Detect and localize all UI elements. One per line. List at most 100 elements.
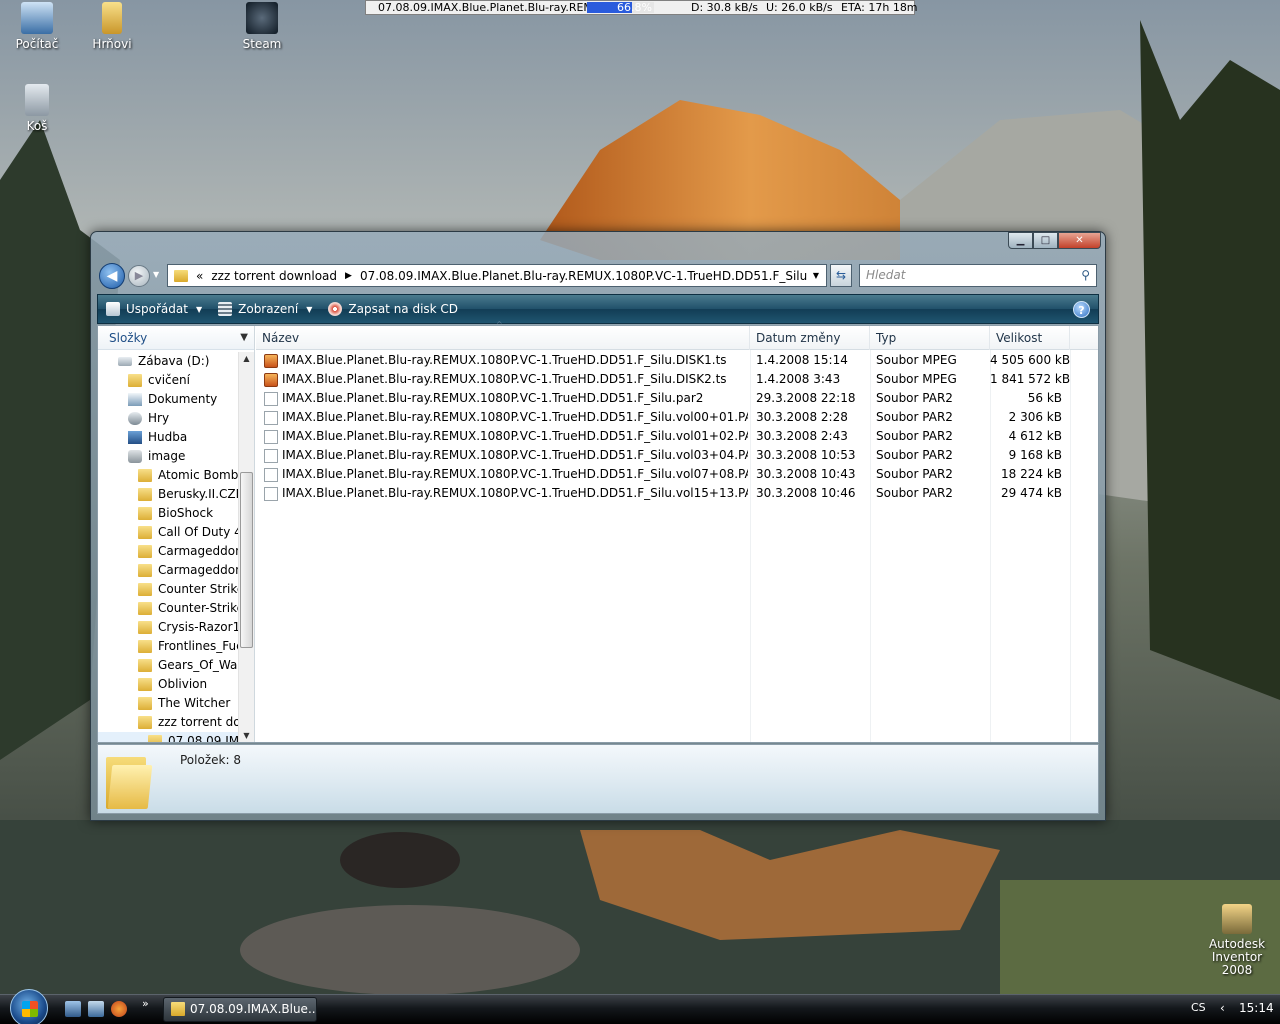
quick-launch-more-icon[interactable]: » [142, 997, 149, 1010]
folder-tree-item[interactable]: Counter Strike [98, 580, 238, 599]
desktop-icon-label: Steam [242, 37, 282, 51]
file-row[interactable]: IMAX.Blue.Planet.Blu-ray.REMUX.1080P.VC-… [256, 427, 1098, 446]
folder-tree-item[interactable]: Hudba [98, 428, 238, 447]
scrollbar-thumb[interactable] [240, 472, 253, 648]
back-button[interactable]: ◀ [99, 263, 125, 289]
file-size: 9 168 kB [1008, 448, 1062, 462]
folder-tree-item[interactable]: BioShock [98, 504, 238, 523]
minimize-button[interactable]: ▁ [1008, 232, 1033, 249]
forward-button[interactable]: ▶ [128, 265, 150, 287]
navigation-pane: Složky ▼ Zábava (D:) cvičení Dokumenty Hry H… [98, 326, 255, 742]
file-icon [264, 449, 278, 463]
column-header-size[interactable]: Velikost [990, 326, 1070, 350]
file-name: IMAX.Blue.Planet.Blu-ray.REMUX.1080P.VC-… [282, 372, 727, 386]
clock[interactable]: 15:14 [1239, 1001, 1274, 1015]
file-date: 30.3.2008 2:28 [756, 410, 848, 424]
folder-tree-item[interactable]: Oblivion [98, 675, 238, 694]
folder-icon [138, 621, 152, 634]
start-button[interactable] [10, 989, 48, 1024]
breadcrumb-separator-icon[interactable]: ▶ [345, 271, 352, 281]
file-row[interactable]: IMAX.Blue.Planet.Blu-ray.REMUX.1080P.VC-… [256, 465, 1098, 484]
show-desktop-icon[interactable] [65, 1001, 81, 1017]
breadcrumb-current-folder[interactable]: 07.08.09.IMAX.Blue.Planet.Blu-ray.REMUX.… [360, 269, 807, 283]
firefox-icon[interactable] [111, 1001, 127, 1017]
folder-tree-item[interactable]: Zábava (D:) [98, 352, 238, 371]
desktop-icon-games-folder[interactable]: Hrňovi [77, 2, 147, 51]
upload-speed: U: 26.0 kB/s [766, 1, 833, 14]
folder-tree-item-label: Dokumenty [148, 392, 218, 406]
desktop-icon-computer[interactable]: Počítač [2, 2, 72, 51]
show-hidden-icons-icon[interactable]: ‹ [1220, 1001, 1225, 1015]
desktop-icon-steam[interactable]: Steam [227, 2, 297, 51]
folder-tree-item[interactable]: cvičení [98, 371, 238, 390]
address-dropdown-icon[interactable]: ▼ [808, 265, 824, 286]
scroll-down-icon[interactable]: ▼ [239, 731, 254, 740]
recent-pages-dropdown[interactable]: ▼ [153, 270, 159, 279]
burn-cd-label: Zapsat na disk CD [348, 302, 459, 316]
desktop-icon-label: Koš [26, 119, 48, 133]
file-type: Soubor PAR2 [876, 391, 953, 405]
folder-tree-item[interactable]: Hry [98, 409, 238, 428]
folder-tree-item[interactable]: Gears_Of_War_ [98, 656, 238, 675]
folder-tree-item[interactable]: 07.08.09.IMA [98, 732, 238, 742]
folder-tree-item[interactable]: zzz torrent dow [98, 713, 238, 732]
file-list: Název Datum změny Typ Velikost ^ IMAX.Bl… [256, 320, 1098, 742]
file-name: IMAX.Blue.Planet.Blu-ray.REMUX.1080P.VC-… [282, 429, 748, 443]
folder-tree-scrollbar[interactable]: ▲ ▼ [238, 352, 254, 742]
folder-tree-item-label: The Witcher [158, 696, 231, 710]
file-name: IMAX.Blue.Planet.Blu-ray.REMUX.1080P.VC-… [282, 410, 748, 424]
forward-arrow-icon: ▶ [134, 269, 144, 282]
search-icon[interactable]: ⚲ [1081, 265, 1090, 286]
column-header-type[interactable]: Typ [870, 326, 990, 350]
file-row[interactable]: IMAX.Blue.Planet.Blu-ray.REMUX.1080P.VC-… [256, 446, 1098, 465]
folder-tree-item-label: zzz torrent dow [158, 715, 238, 729]
search-input[interactable]: Hledat ⚲ [859, 264, 1097, 287]
file-row[interactable]: IMAX.Blue.Planet.Blu-ray.REMUX.1080P.VC-… [256, 389, 1098, 408]
maximize-button[interactable]: □ [1033, 232, 1058, 249]
views-icon [218, 302, 233, 316]
folder-tree-item[interactable]: image [98, 447, 238, 466]
close-button[interactable]: ✕ [1058, 232, 1101, 249]
folder-tree-item[interactable]: Berusky.II.CZECH [98, 485, 238, 504]
switch-windows-icon[interactable] [88, 1001, 104, 1017]
help-button[interactable]: ? [1073, 301, 1090, 318]
file-type: Soubor MPEG [876, 353, 957, 367]
folder-tree-item[interactable]: Carmageddon [98, 542, 238, 561]
folder-tree-item[interactable]: Frontlines_Fue [98, 637, 238, 656]
folder-icon [138, 507, 152, 520]
breadcrumb-overflow[interactable]: « [196, 269, 203, 283]
folder-tree-item[interactable]: Counter-Strike [98, 599, 238, 618]
column-header-date[interactable]: Datum změny [750, 326, 870, 350]
burn-cd-button[interactable]: Zapsat na disk CD [320, 295, 466, 323]
desktop-icon-autodesk-inventor[interactable]: Autodesk Inventor 2008 [1197, 904, 1277, 977]
file-row[interactable]: IMAX.Blue.Planet.Blu-ray.REMUX.1080P.VC-… [256, 484, 1098, 503]
organize-button[interactable]: Uspořádat ▼ [98, 295, 210, 323]
folder-tree-item[interactable]: Carmageddon [98, 561, 238, 580]
views-label: Zobrazení [238, 302, 299, 316]
explorer-window: ▁ □ ✕ ◀ ▶ ▼ « zzz torrent download ▶ 07.… [90, 231, 1106, 821]
folder-tree-item[interactable]: Dokumenty [98, 390, 238, 409]
scroll-up-icon[interactable]: ▲ [239, 354, 254, 363]
folder-tree-item[interactable]: Atomic Bombe [98, 466, 238, 485]
file-row[interactable]: IMAX.Blue.Planet.Blu-ray.REMUX.1080P.VC-… [256, 408, 1098, 427]
refresh-button[interactable]: ⇆ [830, 264, 852, 287]
language-indicator[interactable]: CS [1191, 1001, 1206, 1014]
file-size: 29 474 kB [1001, 486, 1062, 500]
views-button[interactable]: Zobrazení ▼ [210, 295, 320, 323]
file-name: IMAX.Blue.Planet.Blu-ray.REMUX.1080P.VC-… [282, 391, 704, 405]
file-date: 30.3.2008 10:53 [756, 448, 856, 462]
taskbar-window-button[interactable]: 07.08.09.IMAX.Blue.... [163, 997, 317, 1022]
file-row[interactable]: IMAX.Blue.Planet.Blu-ray.REMUX.1080P.VC-… [256, 370, 1098, 389]
file-name: IMAX.Blue.Planet.Blu-ray.REMUX.1080P.VC-… [282, 467, 748, 481]
breadcrumb-zzz-torrent-download[interactable]: zzz torrent download [211, 269, 337, 283]
column-header-name[interactable]: Název [256, 326, 750, 350]
address-bar[interactable]: « zzz torrent download ▶ 07.08.09.IMAX.B… [167, 264, 827, 287]
desktop-icon-recycle-bin[interactable]: Koš [2, 84, 72, 133]
file-row[interactable]: IMAX.Blue.Planet.Blu-ray.REMUX.1080P.VC-… [256, 351, 1098, 370]
file-icon [264, 468, 278, 482]
folder-tree-item[interactable]: The Witcher [98, 694, 238, 713]
folders-header[interactable]: Složky ▼ [98, 326, 254, 350]
folder-tree-item[interactable]: Crysis-Razor19 [98, 618, 238, 637]
folder-icon [174, 269, 188, 282]
folder-tree-item[interactable]: Call Of Duty 4 [98, 523, 238, 542]
